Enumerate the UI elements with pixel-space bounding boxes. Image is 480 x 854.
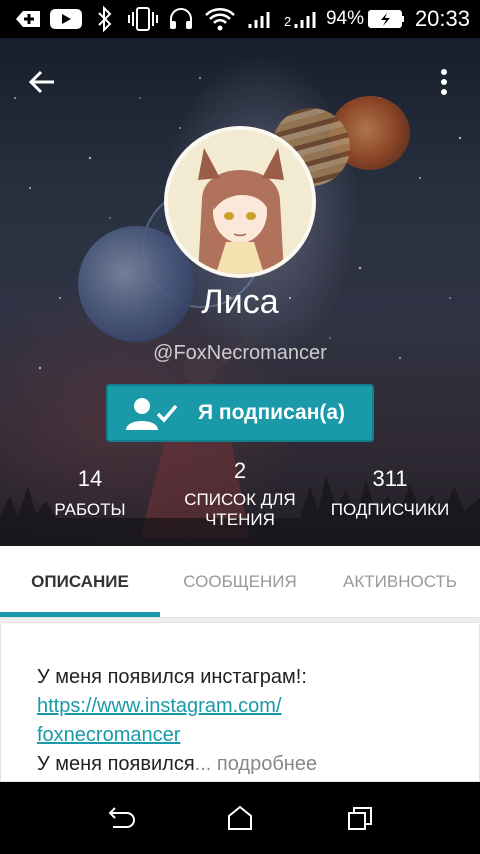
signal-2-icon: 2 xyxy=(284,0,318,38)
stat-works[interactable]: 14 РАБОТЫ xyxy=(40,466,140,520)
battery-percent: 94% xyxy=(325,8,364,29)
stat-works-label: РАБОТЫ xyxy=(54,500,126,519)
arrow-back-icon xyxy=(28,70,54,94)
description-text: У меня появился инстаграм!: https://www.… xyxy=(37,663,457,779)
instagram-link[interactable]: https://www.instagram.com/foxnecromancer xyxy=(37,695,282,746)
following-label: Я подписан(а) xyxy=(198,401,346,424)
battery-charging-icon xyxy=(368,0,404,38)
anime-fox-girl-avatar xyxy=(168,130,312,274)
signal-icon xyxy=(246,0,276,38)
tab-activity[interactable]: АКТИВНОСТЬ xyxy=(320,546,480,618)
description-line-1: У меня появился инстаграм!: xyxy=(37,666,307,688)
stat-followers-value: 311 xyxy=(372,466,408,491)
more-vertical-icon xyxy=(441,69,447,95)
description-card: У меня появился инстаграм!: https://www.… xyxy=(0,622,480,782)
stat-works-value: 14 xyxy=(77,466,103,491)
stat-reading-list-value: 2 xyxy=(233,458,247,483)
home-nav-button[interactable] xyxy=(218,798,262,838)
description-section: У меня появился инстаграм!: https://www.… xyxy=(0,618,480,782)
back-button[interactable] xyxy=(20,60,64,104)
description-line-3: У меня появился... подробнее xyxy=(37,750,457,779)
description-ellipsis: ... xyxy=(194,753,212,775)
navigation-bar xyxy=(0,782,480,854)
recents-nav-icon xyxy=(348,807,372,830)
more-options-button[interactable] xyxy=(424,60,464,104)
avatar[interactable] xyxy=(164,126,316,278)
instagram-link-part-2: foxnecromancer xyxy=(37,724,181,746)
description-line-3-text: У меня появился xyxy=(37,753,195,775)
back-nav-button[interactable] xyxy=(98,798,142,838)
svg-text:2: 2 xyxy=(284,14,291,29)
tab-description[interactable]: ОПИСАНИЕ xyxy=(0,546,160,618)
status-bar: 2 94% 20:33 xyxy=(0,0,480,38)
profile-name: Лиса xyxy=(201,283,279,321)
stat-reading-list[interactable]: 2 СПИСОК ДЛЯ ЧТЕНИЯ xyxy=(174,458,306,530)
home-nav-icon xyxy=(228,805,252,830)
add-icon xyxy=(12,0,42,38)
back-nav-icon xyxy=(108,807,135,828)
youtube-icon xyxy=(50,0,82,38)
profile-tabs: ОПИСАНИЕ СООБЩЕНИЯ АКТИВНОСТЬ xyxy=(0,546,480,618)
person-check-icon xyxy=(126,398,178,430)
clock: 20:33 xyxy=(414,6,470,31)
stat-reading-list-label: СПИСОК ДЛЯ ЧТЕНИЯ xyxy=(184,490,296,529)
tab-messages[interactable]: СООБЩЕНИЯ xyxy=(160,546,320,618)
vibrate-icon xyxy=(128,0,158,38)
stat-followers[interactable]: 311 ПОДПИСЧИКИ xyxy=(318,466,462,520)
read-more-link[interactable]: подробнее xyxy=(211,753,317,775)
following-button[interactable]: Я подписан(а) xyxy=(106,384,374,442)
headset-icon xyxy=(168,0,194,38)
bluetooth-icon xyxy=(96,0,114,38)
planet-orange xyxy=(330,96,410,170)
stat-followers-label: ПОДПИСЧИКИ xyxy=(330,500,450,519)
profile-handle: @FoxNecromancer xyxy=(153,342,327,364)
instagram-link-part-1: https://www.instagram.com/ xyxy=(37,695,282,717)
recents-nav-button[interactable] xyxy=(338,798,382,838)
wifi-icon xyxy=(204,0,236,38)
